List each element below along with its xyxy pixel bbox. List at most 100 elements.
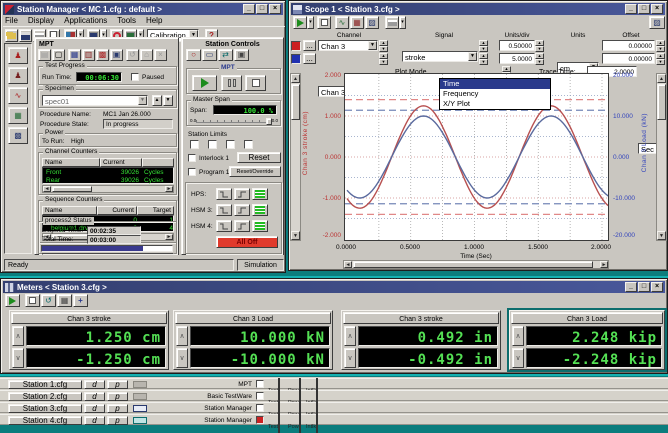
mpt-lock-icon[interactable]: ⌂ xyxy=(140,49,153,61)
option-xy-plot[interactable]: X/Y Plot xyxy=(440,99,550,109)
column-header-name[interactable]: Name xyxy=(42,158,100,167)
scroll-right-icon[interactable]: ► xyxy=(600,261,608,268)
units-div-spinner[interactable]: ▲▼ xyxy=(535,40,544,51)
offset-spinner[interactable]: ▲▼ xyxy=(656,53,665,64)
chevron-down-icon[interactable]: ▼ xyxy=(368,41,377,50)
column-header-current[interactable]: Current xyxy=(97,206,137,215)
meter-min-arrow-icon[interactable]: ∨ xyxy=(344,348,356,368)
run-button[interactable] xyxy=(192,75,217,91)
scroll-up-icon[interactable]: ▲ xyxy=(657,74,666,83)
minimize-icon[interactable]: _ xyxy=(625,282,637,292)
offset-field[interactable]: 0.00000 xyxy=(602,40,655,51)
mpt-new-icon[interactable]: ▢ xyxy=(52,49,65,61)
menu-help[interactable]: Help xyxy=(146,16,162,26)
meters-icon[interactable]: ▦ xyxy=(8,107,28,124)
scope-titlebar[interactable]: Scope 1 < Station 3.cfg > _ □ × xyxy=(291,3,665,15)
scope-signals-icon[interactable]: ▦ xyxy=(350,16,364,29)
hps-low-button[interactable] xyxy=(234,188,250,200)
hsm4-off-button[interactable] xyxy=(216,220,232,232)
channel-select[interactable]: Chan 3▼ xyxy=(318,40,378,51)
chevron-down-icon[interactable]: ▼ xyxy=(468,52,477,61)
reset-circle-icon[interactable]: ○ xyxy=(186,49,201,61)
mpt-monitor-icon[interactable]: ▣ xyxy=(110,49,123,61)
station-config-button[interactable]: Station 2.cfg xyxy=(8,392,82,401)
close-icon[interactable]: × xyxy=(269,4,281,14)
hsm4-low-button[interactable] xyxy=(234,220,250,232)
meters-layout-icon[interactable]: ▦ xyxy=(57,294,72,307)
add-meter-icon[interactable]: + xyxy=(73,294,88,307)
scroll-up-icon[interactable]: ▲ xyxy=(291,74,300,83)
meter-title[interactable]: Chan 3 stroke xyxy=(11,312,167,324)
option-time[interactable]: Time xyxy=(440,79,550,89)
scroll-down-icon[interactable]: ▼ xyxy=(657,231,666,240)
horizontal-scrollbar[interactable]: ◄ ► xyxy=(343,260,609,269)
procedure-button[interactable]: p xyxy=(107,404,128,413)
option-frequency[interactable]: Frequency xyxy=(440,89,550,99)
paused-checkbox[interactable] xyxy=(131,73,139,81)
scroll-left-icon[interactable]: ◄ xyxy=(43,186,51,192)
channel-counters-list[interactable]: Front 39026 Cycles Rear 39026 Cycles xyxy=(42,167,174,184)
hsm3-high-button[interactable] xyxy=(252,204,268,216)
meter-max-arrow-icon[interactable]: ∧ xyxy=(12,326,24,346)
units-div-spinner[interactable]: ▲▼ xyxy=(535,53,544,64)
print-dropdown-icon[interactable]: ▾ xyxy=(399,16,406,29)
meter-max-arrow-icon[interactable]: ∧ xyxy=(176,326,188,346)
scope-run-button[interactable] xyxy=(293,16,307,29)
chevron-down-icon[interactable]: ▼ xyxy=(138,96,147,105)
browse-button[interactable]: ... xyxy=(303,40,316,51)
specimen-up-icon[interactable]: ▲ xyxy=(152,95,162,106)
station-checkbox[interactable] xyxy=(256,392,264,400)
meters-stop-button[interactable] xyxy=(25,294,40,307)
column-header-name[interactable]: Name xyxy=(42,206,97,215)
stop-button[interactable] xyxy=(245,75,266,91)
mpt-counters-icon[interactable]: ▩ xyxy=(96,49,109,61)
signal-select[interactable]: stroke▼ xyxy=(402,51,478,62)
scrollbar-thumb[interactable] xyxy=(353,261,593,268)
hps-high-button[interactable] xyxy=(252,188,268,200)
hold-button[interactable] xyxy=(221,75,242,91)
panel-icon[interactable]: ▭ xyxy=(202,49,217,61)
all-off-button[interactable]: All Off xyxy=(216,236,278,248)
channel-spinner[interactable]: ▲▼ xyxy=(379,40,388,51)
maximize-icon[interactable]: □ xyxy=(638,4,650,14)
scope-snapshot-icon[interactable]: ▨ xyxy=(365,16,379,29)
scroll-left-icon[interactable]: ◄ xyxy=(344,261,352,268)
column-header-target[interactable]: Target xyxy=(137,206,174,215)
offset-spinner[interactable]: ▲▼ xyxy=(656,40,665,51)
scroll-right-icon[interactable]: ► xyxy=(165,186,173,192)
station-config-button[interactable]: Station 3.cfg xyxy=(8,404,82,413)
vertical-scrollbar-left[interactable]: ▲ ▼ xyxy=(290,73,301,241)
menu-tools[interactable]: Tools xyxy=(117,16,136,26)
detectors-icon[interactable]: ▩ xyxy=(8,127,28,144)
exit-icon[interactable]: ▣ xyxy=(234,49,249,61)
scope-export-icon[interactable]: ▨ xyxy=(649,16,665,29)
procedure-button[interactable]: p xyxy=(107,392,128,401)
units-div-field[interactable]: 5.0000 xyxy=(499,53,535,64)
mpt-open-icon[interactable]: ▤ xyxy=(38,49,51,61)
close-icon[interactable]: × xyxy=(651,282,663,292)
units-div-field[interactable]: 0.50000 xyxy=(499,40,535,51)
meter-max-arrow-icon[interactable]: ∧ xyxy=(344,326,356,346)
specimen-select[interactable]: spec01 ▼ xyxy=(42,95,148,106)
horizontal-scrollbar[interactable]: ◄ ► xyxy=(42,185,174,193)
column-header-current[interactable]: Current xyxy=(100,158,142,167)
offset-field[interactable]: 0.00000 xyxy=(602,53,655,64)
browse-button[interactable]: ... xyxy=(303,53,316,64)
close-icon[interactable]: × xyxy=(651,4,663,14)
meter-title[interactable]: Chan 3 Load xyxy=(511,312,663,324)
signal-spinner[interactable]: ▲▼ xyxy=(479,40,488,51)
slider-thumb[interactable] xyxy=(266,118,272,125)
station-checkbox[interactable] xyxy=(256,404,264,412)
station-checkbox[interactable] xyxy=(256,416,264,424)
scrollbar-thumb[interactable] xyxy=(291,84,300,120)
mpt-procedure-icon[interactable]: ▦ xyxy=(68,49,81,61)
display-button[interactable]: d xyxy=(84,404,105,413)
save-icon[interactable] xyxy=(19,29,32,42)
mpt-undo-icon[interactable]: ↺ xyxy=(126,49,139,61)
specimen-down-icon[interactable]: ▼ xyxy=(163,95,173,106)
hps-off-button[interactable] xyxy=(216,188,232,200)
hsm4-high-button[interactable] xyxy=(252,220,268,232)
station-manager-titlebar[interactable]: Station Manager < MC 1.cfg : default > _… xyxy=(3,3,283,15)
signal-spinner[interactable]: ▲▼ xyxy=(479,53,488,64)
hsm3-off-button[interactable] xyxy=(216,204,232,216)
